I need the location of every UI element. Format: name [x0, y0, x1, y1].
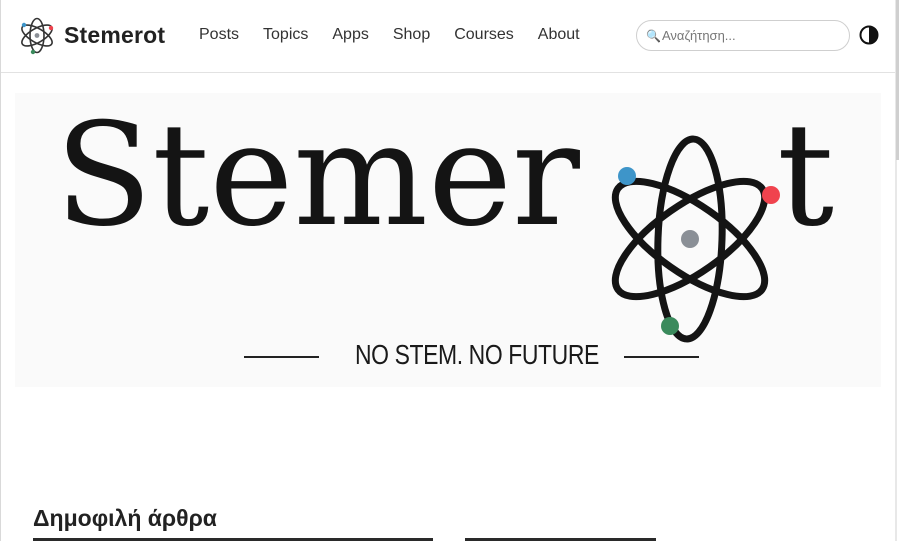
- hero-wordmark: Stemer: [55, 93, 580, 258]
- atom-icon: [21, 17, 54, 55]
- hero-tagline: NO STEM. NO FUTURE: [355, 339, 599, 370]
- nav-courses[interactable]: Courses: [454, 26, 514, 44]
- nav-about[interactable]: About: [538, 26, 580, 44]
- main-nav: Posts Topics Apps Shop Courses About: [199, 26, 604, 44]
- tagline-divider-right: [624, 356, 699, 358]
- hero-wordmark-end: t: [777, 93, 835, 258]
- search-box[interactable]: 🔍: [636, 20, 850, 51]
- popular-articles-heading: Δημοφιλή άρθρα: [33, 505, 217, 531]
- hero-banner: Stemer t NO STEM. NO FUTURE: [15, 93, 881, 387]
- nav-posts[interactable]: Posts: [199, 26, 239, 44]
- nav-apps[interactable]: Apps: [332, 26, 368, 44]
- site-header: Stemerot Posts Topics Apps Shop Courses …: [1, 0, 895, 73]
- half-circle-contrast-icon[interactable]: [859, 25, 879, 45]
- brand-link[interactable]: Stemerot: [18, 15, 165, 56]
- search-input[interactable]: [662, 28, 842, 43]
- magnifier-icon: 🔍: [646, 28, 661, 43]
- tagline-divider-left: [244, 356, 319, 358]
- nav-shop[interactable]: Shop: [393, 26, 430, 44]
- window-left-border: [0, 0, 1, 541]
- hero-atom-icon: [611, 135, 780, 343]
- brand-name: Stemerot: [64, 22, 166, 48]
- nav-topics[interactable]: Topics: [263, 26, 308, 44]
